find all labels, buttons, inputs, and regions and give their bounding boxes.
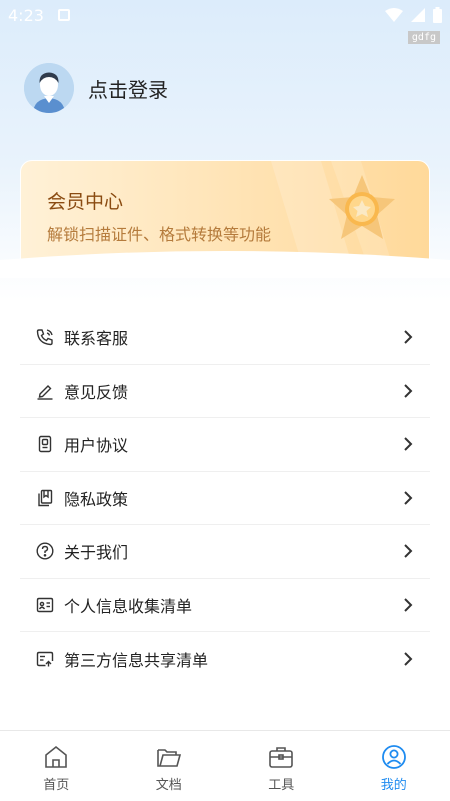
chevron-right-icon	[404, 652, 413, 666]
vip-center-card[interactable]: 会员中心 解锁扫描证件、格式转换等功能	[20, 160, 430, 260]
notification-icon	[57, 9, 70, 21]
menu-item-third-party-sharing[interactable]: 第三方信息共享清单	[20, 632, 430, 686]
avatar[interactable]	[24, 63, 74, 113]
battery-icon	[433, 7, 442, 23]
home-icon	[45, 745, 68, 768]
wifi-icon	[385, 8, 403, 22]
agreement-icon	[36, 434, 56, 454]
menu-item-feedback[interactable]: 意见反馈	[20, 365, 430, 418]
tab-label: 工具	[268, 778, 295, 793]
chevron-right-icon	[404, 437, 413, 451]
status-bar: 4:23	[0, 0, 450, 30]
bottom-tab-bar: 首页 文档 工具 我的	[0, 730, 450, 801]
settings-menu: 联系客服 意见反馈 用户协议 隐私政策 关于我们 个人信息收集清单 第三方信息共…	[20, 311, 430, 686]
menu-item-label: 第三方信息共享清单	[64, 650, 209, 670]
menu-item-label: 用户协议	[64, 436, 129, 456]
share-card-icon	[36, 649, 56, 669]
chevron-right-icon	[404, 598, 413, 612]
chevron-right-icon	[404, 384, 413, 398]
tab-tools[interactable]: 工具	[225, 731, 338, 801]
phone-icon	[36, 327, 56, 347]
privacy-icon	[36, 488, 56, 508]
menu-item-label: 隐私政策	[64, 489, 129, 509]
tab-mine[interactable]: 我的	[338, 731, 450, 801]
toolbox-icon	[269, 747, 294, 768]
avatar-person-icon	[24, 63, 74, 113]
status-time: 4:23	[8, 5, 44, 25]
profile-login[interactable]: 点击登录	[24, 63, 168, 113]
vip-title: 会员中心	[47, 191, 124, 213]
menu-item-label: 个人信息收集清单	[64, 596, 193, 616]
menu-item-label: 关于我们	[64, 543, 129, 563]
tab-label: 首页	[43, 778, 70, 793]
menu-item-label: 意见反馈	[64, 382, 129, 402]
tab-label: 文档	[155, 778, 182, 793]
chevron-right-icon	[404, 491, 413, 505]
tab-home[interactable]: 首页	[0, 731, 113, 801]
menu-item-label: 联系客服	[64, 329, 129, 349]
chevron-right-icon	[404, 544, 413, 558]
signal-icon	[411, 8, 425, 22]
vip-medal-icon	[329, 175, 395, 239]
chevron-right-icon	[404, 330, 413, 344]
folder-icon	[156, 749, 181, 767]
menu-item-personal-info-list[interactable]: 个人信息收集清单	[20, 579, 430, 632]
id-card-icon	[36, 595, 56, 615]
menu-item-user-agreement[interactable]: 用户协议	[20, 418, 430, 472]
user-icon	[381, 745, 406, 769]
login-text[interactable]: 点击登录	[88, 74, 168, 103]
menu-item-contact-service[interactable]: 联系客服	[20, 311, 430, 365]
menu-item-about-us[interactable]: 关于我们	[20, 525, 430, 579]
debug-tag: gdfg	[407, 31, 440, 44]
tab-documents[interactable]: 文档	[113, 731, 226, 801]
card-wave-divider	[0, 251, 450, 278]
menu-item-privacy-policy[interactable]: 隐私政策	[20, 472, 430, 525]
tab-label: 我的	[380, 778, 407, 793]
question-icon	[36, 541, 56, 561]
vip-subtitle: 解锁扫描证件、格式转换等功能	[47, 225, 272, 244]
edit-icon	[36, 381, 56, 401]
